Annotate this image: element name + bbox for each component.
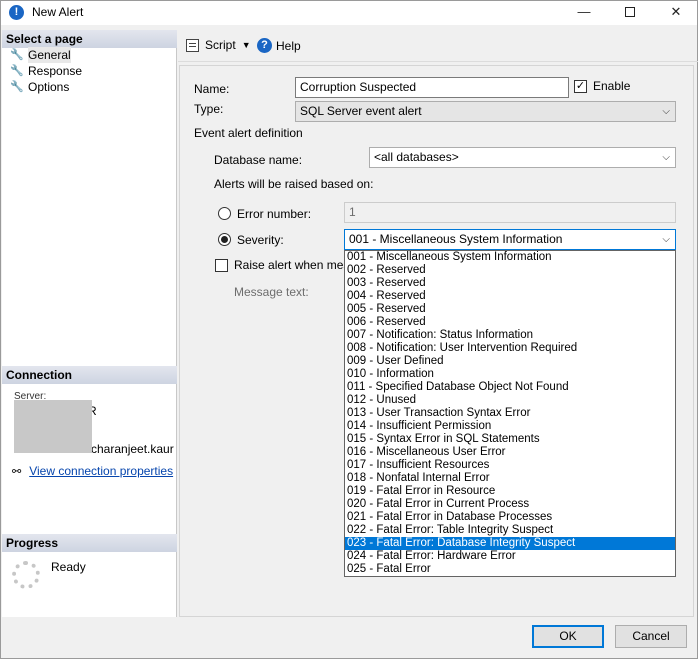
severity-option[interactable]: 007 - Notification: Status Information [345,329,675,342]
connection-icon: ⚯ [12,465,22,478]
severity-option[interactable]: 010 - Information [345,368,675,381]
alert-info-icon: ! [9,5,24,20]
script-button[interactable]: Script ▼ [186,38,251,52]
page-item-label: General [28,47,71,63]
event-alert-definition-label: Event alert definition [194,126,303,140]
severity-option[interactable]: 012 - Unused [345,394,675,407]
severity-select[interactable]: 001 - Miscellaneous System Information ⌵ [344,229,676,250]
redacted-area [14,400,92,453]
user-value: charanjeet.kaur [91,442,174,456]
raise-alert-checkbox[interactable] [215,259,228,272]
severity-option[interactable]: 015 - Syntax Error in SQL Statements [345,433,675,446]
script-label: Script [205,38,236,52]
help-label: Help [276,38,301,53]
severity-option[interactable]: 014 - Insufficient Permission [345,420,675,433]
message-text-label: Message text: [234,285,309,299]
severity-option[interactable]: 016 - Miscellaneous User Error [345,446,675,459]
severity-option[interactable]: 003 - Reserved [345,277,675,290]
maximize-button[interactable] [607,1,653,25]
severity-option[interactable]: 004 - Reserved [345,290,675,303]
page-item-label: Options [28,80,70,94]
severity-radio[interactable] [218,233,231,246]
chevron-down-icon: ⌵ [662,106,670,117]
script-icon [186,38,199,52]
type-label: Type: [194,102,224,116]
page-item-options[interactable]: 🔧 Options [10,79,69,95]
page-item-general[interactable]: 🔧 General [10,47,71,63]
error-number-label: Error number: [237,207,312,221]
connection-header: Connection [2,366,177,384]
name-label: Name: [194,82,230,96]
database-name-value: <all databases> [374,150,459,164]
severity-dropdown-list[interactable]: 001 - Miscellaneous System Information 00… [344,250,676,577]
view-connection-row: ⚯ View connection properties [12,464,173,478]
left-pane: Select a page 🔧 General 🔧 Response 🔧 Opt… [2,30,177,617]
severity-option[interactable]: 006 - Reserved [345,316,675,329]
progress-header: Progress [2,534,177,552]
severity-option[interactable]: 002 - Reserved [345,264,675,277]
page-item-label: Response [28,64,83,78]
raise-alert-label: Raise alert when messa [234,258,363,272]
alerts-raised-label: Alerts will be raised based on: [214,177,374,191]
wrench-icon: 🔧 [10,49,24,61]
database-name-label: Database name: [214,153,303,167]
severity-option[interactable]: 005 - Reserved [345,303,675,316]
severity-option[interactable]: 024 - Fatal Error: Hardware Error [345,550,675,563]
type-select[interactable]: SQL Server event alert ⌵ [295,101,676,122]
error-number-input[interactable]: 1 [344,202,676,223]
cancel-button[interactable]: Cancel [615,625,687,648]
severity-option[interactable]: 018 - Nonfatal Internal Error [345,472,675,485]
toolbar: Script ▼ ? Help [178,30,698,60]
wrench-icon: 🔧 [10,81,24,93]
severity-option[interactable]: 022 - Fatal Error: Table Integrity Suspe… [345,524,675,537]
wrench-icon: 🔧 [10,65,24,77]
severity-select-value: 001 - Miscellaneous System Information [349,232,563,246]
severity-option[interactable]: 017 - Insufficient Resources [345,459,675,472]
enable-label: Enable [593,79,631,93]
severity-option[interactable]: 009 - User Defined [345,355,675,368]
help-icon: ? [257,38,272,53]
toolbar-divider [178,61,698,62]
select-page-header: Select a page [2,30,177,48]
chevron-down-icon: ⌵ [662,152,670,163]
database-name-select[interactable]: <all databases> ⌵ [369,147,676,168]
window-title: New Alert [32,5,84,19]
title-bar: ! New Alert — ✕ [1,1,697,25]
page-item-response[interactable]: 🔧 Response [10,63,82,79]
enable-checkbox[interactable]: ✓ [574,80,587,93]
severity-option[interactable]: 013 - User Transaction Syntax Error [345,407,675,420]
severity-option[interactable]: 023 - Fatal Error: Database Integrity Su… [345,537,675,550]
help-button[interactable]: ? Help [257,38,301,53]
severity-option[interactable]: 025 - Fatal Error [345,563,675,576]
chevron-down-icon: ⌵ [662,234,670,245]
severity-option[interactable]: 011 - Specified Database Object Not Foun… [345,381,675,394]
severity-option[interactable]: 021 - Fatal Error in Database Processes [345,511,675,524]
new-alert-dialog: ! New Alert — ✕ Select a page 🔧 General … [0,0,698,659]
severity-option[interactable]: 019 - Fatal Error in Resource [345,485,675,498]
severity-option[interactable]: 020 - Fatal Error in Current Process [345,498,675,511]
progress-status: Ready [51,560,86,574]
name-input[interactable]: Corruption Suspected [295,77,569,98]
maximize-icon [625,7,635,17]
severity-label: Severity: [237,233,284,247]
ok-button[interactable]: OK [532,625,604,648]
view-connection-properties-link[interactable]: View connection properties [29,464,173,478]
close-button[interactable]: ✕ [653,1,698,25]
type-select-value: SQL Server event alert [300,104,422,118]
severity-option[interactable]: 001 - Miscellaneous System Information [345,251,675,264]
minimize-button[interactable]: — [561,1,607,25]
chevron-down-icon: ▼ [241,40,251,50]
error-number-radio[interactable] [218,207,231,220]
progress-spinner-icon [12,561,40,589]
severity-option[interactable]: 008 - Notification: User Intervention Re… [345,342,675,355]
